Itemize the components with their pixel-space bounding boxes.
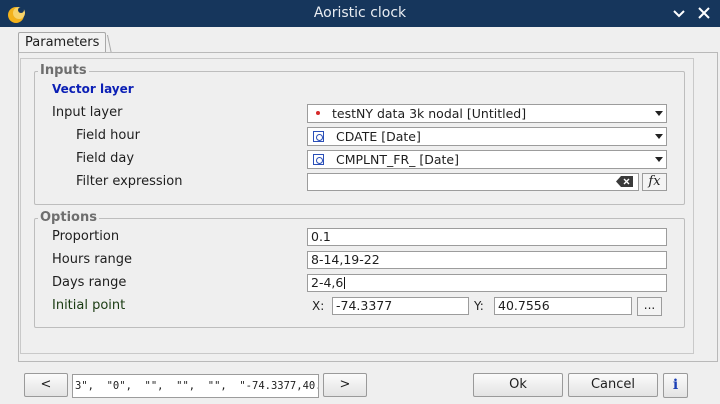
y-coordinate-label: Y: (474, 299, 484, 313)
expression-builder-button[interactable]: fx (642, 173, 667, 191)
next-button[interactable]: > (323, 373, 367, 397)
field-day-value: CMPLNT_FR_ [Date] (336, 152, 459, 167)
info-button[interactable]: i (663, 373, 688, 398)
field-day-combo[interactable]: CMPLNT_FR_ [Date] (307, 150, 667, 169)
hours-range-label: Hours range (52, 252, 133, 267)
options-group-title: Options (38, 210, 99, 225)
days-range-input[interactable]: 2-4,6 (307, 274, 667, 292)
days-range-label: Days range (52, 275, 127, 290)
previous-button[interactable]: < (24, 373, 68, 397)
window-title: Aoristic clock (313, 5, 407, 21)
proportion-label: Proportion (52, 229, 120, 244)
command-line-field[interactable]: 3", "0", "", "", "", "-74.3377,40.7556") (72, 374, 319, 398)
text-cursor (344, 277, 346, 289)
chevron-down-icon[interactable] (670, 4, 688, 22)
inputs-group-title: Inputs (38, 63, 89, 78)
filter-expression-input[interactable] (307, 173, 639, 191)
days-range-value: 2-4,6 (311, 275, 344, 290)
field-icon (313, 154, 324, 165)
field-icon (313, 131, 324, 142)
field-hour-value: CDATE [Date] (336, 129, 421, 144)
field-day-label: Field day (76, 151, 135, 166)
dropdown-arrow-icon (655, 134, 663, 139)
point-layer-icon (316, 111, 320, 115)
title-bar: Aoristic clock (0, 0, 720, 27)
clear-text-icon[interactable] (616, 176, 633, 187)
dropdown-arrow-icon (655, 111, 663, 116)
input-layer-combo[interactable]: testNY data 3k nodal [Untitled] (307, 104, 667, 123)
close-icon[interactable] (695, 4, 713, 22)
filter-expression-label: Filter expression (76, 174, 183, 189)
input-layer-value: testNY data 3k nodal [Untitled] (332, 106, 527, 121)
hours-range-input[interactable]: 8-14,19-22 (307, 251, 667, 269)
field-hour-combo[interactable]: CDATE [Date] (307, 127, 667, 146)
pick-point-button[interactable]: ... (637, 297, 662, 316)
ok-button[interactable]: Ok (473, 373, 563, 397)
tab-parameters[interactable]: Parameters (18, 32, 107, 53)
field-hour-label: Field hour (76, 128, 140, 143)
dropdown-arrow-icon (655, 157, 663, 162)
x-coordinate-label: X: (312, 299, 325, 313)
x-coordinate-input[interactable]: -74.3377 (332, 297, 469, 315)
vector-layer-heading: Vector layer (52, 82, 134, 96)
initial-point-label: Initial point (52, 298, 126, 313)
input-layer-label: Input layer (52, 105, 123, 120)
y-coordinate-input[interactable]: 40.7556 (494, 297, 632, 315)
proportion-input[interactable]: 0.1 (307, 228, 667, 246)
cancel-button[interactable]: Cancel (568, 373, 658, 397)
